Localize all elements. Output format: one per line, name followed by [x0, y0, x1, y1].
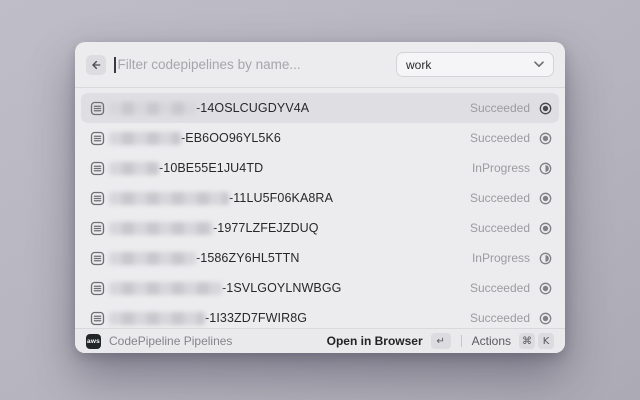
pipeline-item-icon	[90, 161, 105, 176]
status-succeeded-icon	[539, 312, 552, 325]
pipeline-row[interactable]: -1I33ZD7FWIR8G Succeeded	[81, 303, 559, 328]
pipeline-item-icon	[90, 101, 105, 116]
app-info: aws CodePipeline Pipelines	[86, 334, 327, 349]
status-succeeded-icon	[539, 132, 552, 145]
k-key-badge: K	[538, 333, 554, 349]
status-label: Succeeded	[470, 221, 530, 235]
pipeline-row[interactable]: -11LU5F06KA8RA Succeeded	[81, 183, 559, 213]
chevron-down-icon	[534, 61, 544, 68]
pipeline-suffix: -11LU5F06KA8RA	[229, 191, 333, 205]
pipeline-suffix: -1977LZFEJZDUQ	[213, 221, 319, 235]
redacted-pipeline-name	[109, 192, 229, 205]
footer-bar: aws CodePipeline Pipelines Open in Brows…	[75, 328, 565, 353]
actions-button[interactable]: Actions	[472, 334, 511, 348]
app-name: CodePipeline Pipelines	[109, 334, 232, 348]
pipeline-suffix: -1I33ZD7FWIR8G	[205, 311, 307, 325]
pipeline-suffix: -14OSLCUGDYV4A	[196, 101, 309, 115]
status-label: Succeeded	[470, 311, 530, 325]
pipeline-suffix: -1SVLGOYLNWBGG	[222, 281, 342, 295]
redacted-pipeline-name	[109, 312, 205, 325]
pipeline-row[interactable]: -EB6OO96YL5K6 Succeeded	[81, 123, 559, 153]
status-label: Succeeded	[470, 101, 530, 115]
pipeline-suffix: -EB6OO96YL5K6	[181, 131, 281, 145]
status-succeeded-icon	[539, 102, 552, 115]
redacted-pipeline-name	[109, 282, 222, 295]
pipeline-row[interactable]: -14OSLCUGDYV4A Succeeded	[81, 93, 559, 123]
redacted-pipeline-name	[109, 222, 213, 235]
status-inprogress-icon	[539, 252, 552, 265]
pipeline-row[interactable]: -10BE55E1JU4TD InProgress	[81, 153, 559, 183]
pipeline-suffix: -10BE55E1JU4TD	[159, 161, 263, 175]
status-inprogress-icon	[539, 162, 552, 175]
redacted-pipeline-name	[109, 102, 196, 115]
desktop-background: work -14OSLCUGDYV4A Succeeded -EB6OO96YL…	[0, 0, 640, 400]
pipeline-suffix: -1586ZY6HL5TTN	[196, 251, 300, 265]
back-button[interactable]	[86, 55, 106, 75]
pipeline-row[interactable]: -1586ZY6HL5TTN InProgress	[81, 243, 559, 273]
pipeline-item-icon	[90, 281, 105, 296]
pipeline-item-icon	[90, 191, 105, 206]
status-label: Succeeded	[470, 191, 530, 205]
status-succeeded-icon	[539, 192, 552, 205]
open-in-browser-button[interactable]: Open in Browser	[327, 334, 423, 348]
search-bar: work	[75, 42, 565, 88]
launcher-window: work -14OSLCUGDYV4A Succeeded -EB6OO96YL…	[75, 42, 565, 353]
pipeline-row[interactable]: -1SVLGOYLNWBGG Succeeded	[81, 273, 559, 303]
profile-dropdown[interactable]: work	[396, 52, 554, 77]
dropdown-selected-value: work	[406, 58, 534, 72]
pipeline-item-icon	[90, 251, 105, 266]
status-succeeded-icon	[539, 222, 552, 235]
command-key-badge: ⌘	[519, 333, 535, 349]
status-label: Succeeded	[470, 281, 530, 295]
status-label: Succeeded	[470, 131, 530, 145]
back-arrow-icon	[90, 59, 102, 71]
redacted-pipeline-name	[109, 132, 181, 145]
aws-logo-icon: aws	[86, 334, 101, 349]
status-label: InProgress	[472, 161, 530, 175]
status-label: InProgress	[472, 251, 530, 265]
pipeline-item-icon	[90, 131, 105, 146]
pipeline-row[interactable]: -1977LZFEJZDUQ Succeeded	[81, 213, 559, 243]
redacted-pipeline-name	[109, 252, 196, 265]
footer-divider	[461, 335, 462, 347]
pipeline-list: -14OSLCUGDYV4A Succeeded -EB6OO96YL5K6 S…	[75, 88, 565, 328]
status-succeeded-icon	[539, 282, 552, 295]
pipeline-item-icon	[90, 221, 105, 236]
pipeline-item-icon	[90, 311, 105, 326]
footer-actions: Open in Browser ↵ Actions ⌘ K	[327, 333, 554, 349]
search-input[interactable]	[116, 57, 397, 72]
return-key-badge: ↵	[431, 333, 451, 349]
redacted-pipeline-name	[109, 162, 159, 175]
